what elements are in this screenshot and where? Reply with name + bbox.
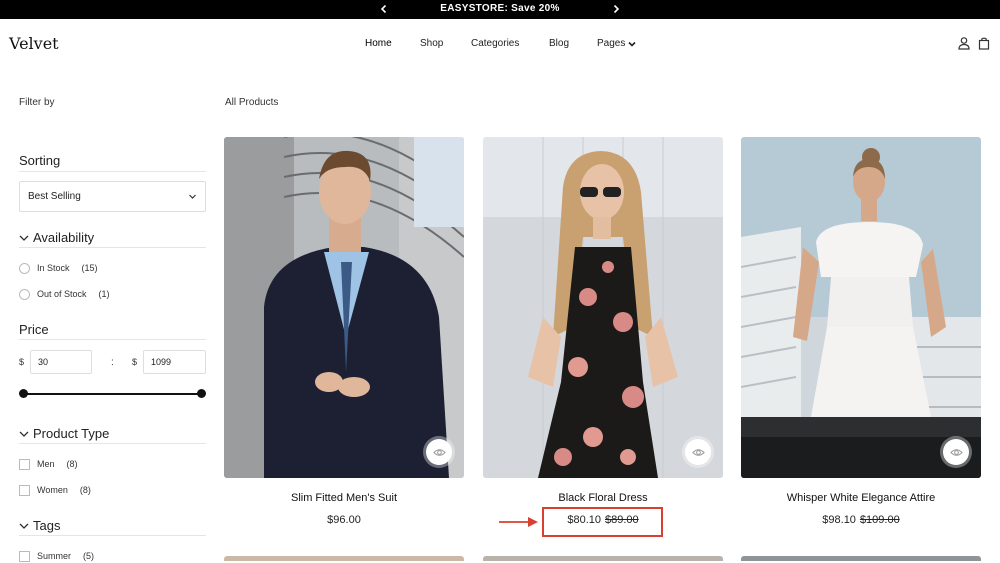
availability-out-of-stock[interactable]: Out of Stock (1)	[19, 287, 110, 301]
chevron-down-icon	[19, 523, 29, 529]
divider	[19, 247, 206, 248]
nav-label: Home	[365, 38, 392, 49]
option-count: (15)	[81, 263, 98, 273]
price-slider-track[interactable]	[23, 393, 202, 395]
currency-symbol: $	[19, 357, 25, 367]
page-title: All Products	[225, 97, 279, 108]
eye-icon	[691, 448, 705, 456]
main-nav: Home Shop Categories Blog Pages	[0, 38, 1000, 52]
site-header: Velvet Home Shop Categories Blog Pages	[0, 19, 1000, 69]
option-label: Summer	[37, 551, 72, 561]
annotation-arrow-icon	[499, 517, 538, 527]
sort-select[interactable]: Best Selling	[19, 181, 206, 212]
announcement-bar: EASYSTORE: Save 20%	[0, 0, 1000, 19]
availability-toggle[interactable]: Availability	[19, 230, 94, 245]
divider	[19, 443, 206, 444]
divider	[19, 339, 206, 340]
product-name[interactable]: Black Floral Dress	[483, 492, 723, 504]
price-slider-min-handle[interactable]	[19, 389, 28, 398]
product-photo-floral-dress	[483, 137, 723, 478]
quick-view-button[interactable]	[426, 439, 452, 465]
original-price: $109.00	[859, 514, 900, 526]
price-min-input[interactable]: 30	[30, 350, 92, 374]
price-highlight-box	[542, 507, 663, 537]
price-title: Price	[19, 322, 49, 337]
product-type-women[interactable]: Women (8)	[19, 483, 91, 497]
product-photo-suit	[224, 137, 464, 478]
nav-pages[interactable]: Pages	[597, 38, 636, 49]
announcement-next-button[interactable]	[609, 2, 623, 16]
product-price: $98.10 $109.00	[741, 514, 981, 526]
product-card-peek	[483, 556, 723, 561]
chevron-right-icon	[613, 5, 620, 13]
product-image[interactable]	[224, 137, 464, 478]
product-type-men[interactable]: Men (8)	[19, 457, 78, 471]
sale-price: $98.10	[822, 514, 856, 526]
nav-categories[interactable]: Categories	[471, 38, 519, 49]
product-type-toggle[interactable]: Product Type	[19, 426, 109, 441]
cart-button[interactable]	[977, 36, 991, 50]
option-count: (1)	[98, 289, 110, 299]
eye-icon	[949, 448, 963, 456]
nav-label: Categories	[471, 38, 520, 49]
user-icon	[958, 37, 970, 50]
sort-selected-value: Best Selling	[28, 191, 81, 202]
product-name[interactable]: Slim Fitted Men's Suit	[224, 492, 464, 504]
tags-title: Tags	[33, 518, 61, 533]
eye-icon	[432, 448, 446, 456]
option-label: Out of Stock	[37, 289, 87, 299]
radio-box	[19, 262, 30, 274]
chevron-down-icon	[19, 235, 29, 241]
price-separator: :	[111, 357, 114, 368]
chevron-down-icon	[628, 41, 636, 47]
radio-box	[19, 288, 30, 300]
nav-label: Pages	[597, 38, 626, 49]
announcement-text: EASYSTORE: Save 20%	[440, 3, 560, 14]
checkbox	[19, 550, 30, 562]
sorting-title: Sorting	[19, 153, 61, 168]
nav-label: Blog	[549, 38, 570, 49]
account-button[interactable]	[957, 36, 971, 50]
product-price: $96.00	[224, 514, 464, 526]
nav-blog[interactable]: Blog	[549, 38, 569, 49]
availability-title: Availability	[33, 230, 95, 245]
chevron-down-icon	[19, 431, 29, 437]
availability-in-stock[interactable]: In Stock (15)	[19, 261, 98, 275]
product-name[interactable]: Whisper White Elegance Attire	[741, 492, 981, 504]
current-price: $96.00	[327, 514, 361, 526]
nav-label: Shop	[420, 38, 444, 49]
nav-home[interactable]: Home	[365, 38, 392, 49]
option-label: Women	[37, 485, 68, 495]
product-image[interactable]	[483, 137, 723, 478]
product-type-title: Product Type	[33, 426, 110, 441]
checkbox	[19, 458, 30, 470]
price-slider-max-handle[interactable]	[197, 389, 206, 398]
price-max-input[interactable]: 1099	[143, 350, 206, 374]
tags-toggle[interactable]: Tags	[19, 518, 60, 533]
divider	[19, 535, 206, 536]
nav-shop[interactable]: Shop	[420, 38, 443, 49]
product-photo-white-dress	[741, 137, 981, 478]
option-label: In Stock	[37, 263, 70, 273]
divider	[19, 171, 206, 172]
option-count: (8)	[79, 485, 91, 495]
filter-by-label: Filter by	[19, 97, 55, 108]
option-count: (5)	[83, 551, 95, 561]
option-count: (8)	[66, 459, 78, 469]
quick-view-button[interactable]	[943, 439, 969, 465]
quick-view-button[interactable]	[685, 439, 711, 465]
bag-icon	[978, 37, 990, 50]
option-label: Men	[37, 459, 55, 469]
checkbox	[19, 484, 30, 496]
product-image[interactable]	[741, 137, 981, 478]
chevron-down-icon	[189, 194, 196, 199]
product-card-peek	[741, 556, 981, 561]
product-card-peek	[224, 556, 464, 561]
currency-symbol: $	[132, 357, 138, 367]
